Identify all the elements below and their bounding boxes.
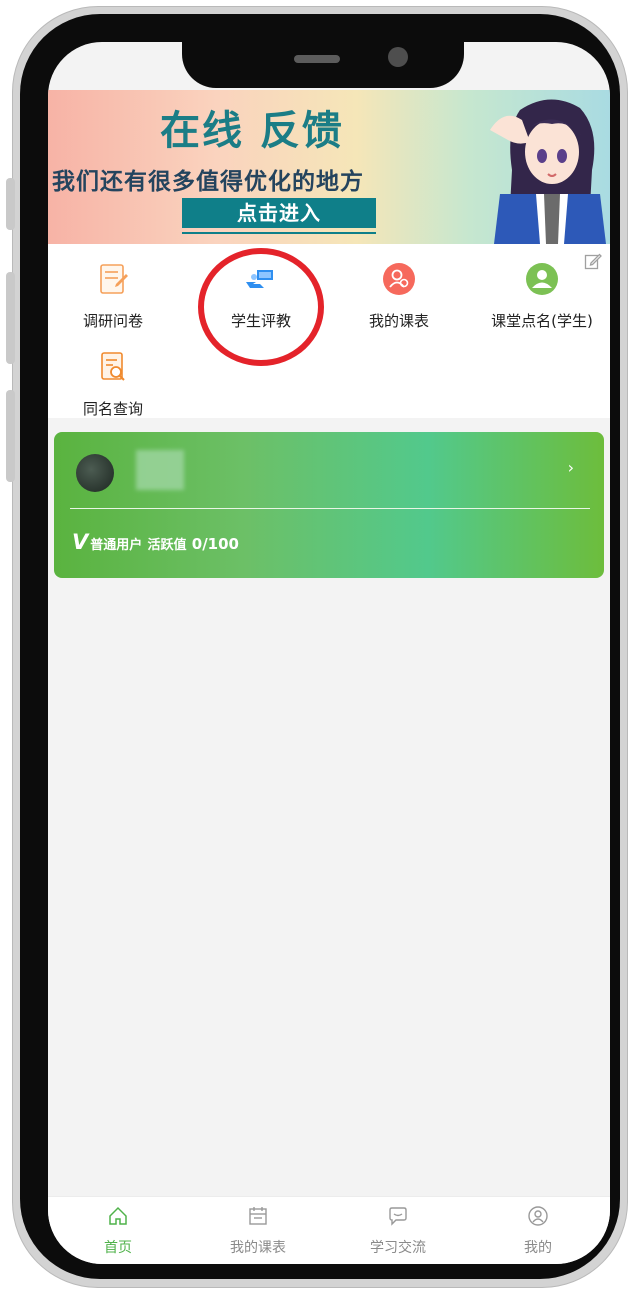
- tab-label: 学习交流: [370, 1240, 426, 1256]
- activity-value: 0/100: [191, 535, 239, 553]
- tab-label: 我的: [524, 1240, 552, 1256]
- banner-enter-button[interactable]: 点击进入: [182, 198, 376, 228]
- card-divider: [70, 508, 590, 509]
- tab-me[interactable]: 我的: [468, 1197, 608, 1264]
- avatar[interactable]: [76, 454, 114, 492]
- grid-item-roll-call[interactable]: 课堂点名(学生): [472, 244, 610, 330]
- grid-item-label: 课堂点名(学生): [491, 312, 593, 330]
- grid-item-label: 学生评教: [230, 312, 291, 330]
- student-evaluation-icon: [246, 270, 273, 288]
- bottom-tab-bar: 首页 我的课表 学习交流 我的: [48, 1196, 610, 1264]
- banner-title: 在线 反馈: [160, 107, 344, 154]
- phone-side-button: [6, 178, 15, 230]
- grid-item-label: 调研问卷: [82, 312, 143, 330]
- user-status: V 普通用户 活跃值 0/100: [72, 530, 239, 554]
- app-grid: 调研问卷 学生评教 我的课表 课堂点名(学生) 同名查询: [48, 244, 610, 418]
- phone-volume-up-button: [6, 272, 15, 364]
- tab-home[interactable]: 首页: [48, 1197, 188, 1264]
- grid-item-survey[interactable]: 调研问卷: [48, 244, 178, 330]
- survey-icon: [100, 264, 128, 294]
- v-badge-icon: V: [72, 530, 89, 554]
- tab-label: 我的课表: [230, 1240, 286, 1256]
- tab-my-schedule[interactable]: 我的课表: [188, 1197, 328, 1264]
- grid-item-label: 我的课表: [368, 312, 429, 330]
- grid-item-label: 同名查询: [82, 400, 143, 418]
- phone-volume-down-button: [6, 390, 15, 482]
- tab-label: 首页: [104, 1240, 132, 1256]
- user-card[interactable]: › V 普通用户 活跃值 0/100: [54, 432, 604, 578]
- chat-icon: [389, 1207, 407, 1226]
- my-schedule-icon: [383, 263, 415, 295]
- calendar-icon: [249, 1207, 267, 1225]
- chevron-right-icon[interactable]: ›: [568, 458, 574, 477]
- anime-girl-illustration: [490, 99, 606, 244]
- profile-icon: [528, 1206, 548, 1226]
- grid-item-my-schedule[interactable]: 我的课表: [334, 244, 464, 330]
- grid-item-student-evaluation[interactable]: 学生评教: [196, 244, 326, 330]
- roll-call-icon: [526, 263, 558, 295]
- feedback-banner[interactable]: 在线 反馈 我们还有很多值得优化的地方 点击进入: [48, 90, 610, 244]
- banner-button-underline: [182, 232, 376, 234]
- username-blurred: [136, 450, 184, 490]
- grid-item-name-search[interactable]: 同名查询: [48, 332, 178, 418]
- speaker-grille: [294, 55, 340, 63]
- banner-subtitle: 我们还有很多值得优化的地方: [52, 168, 364, 195]
- tab-study-exchange[interactable]: 学习交流: [328, 1197, 468, 1264]
- phone-notch: [182, 14, 464, 88]
- front-camera: [388, 47, 408, 67]
- activity-label: 活跃值: [147, 538, 187, 553]
- home-icon: [109, 1206, 127, 1225]
- phone-screen: 在线 反馈 我们还有很多值得优化的地方 点击进入 调研问卷 学生评教 我的课表 …: [48, 42, 610, 1264]
- name-search-icon: [101, 352, 125, 381]
- user-type-label: 普通用户: [90, 538, 143, 553]
